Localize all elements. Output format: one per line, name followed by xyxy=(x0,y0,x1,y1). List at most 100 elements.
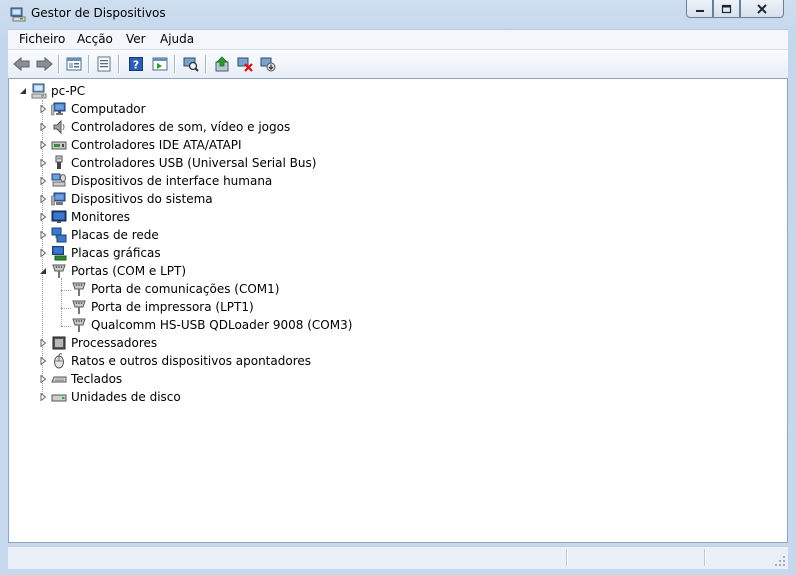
collapse-arrow-icon[interactable] xyxy=(38,267,47,276)
computer-root-icon xyxy=(31,83,47,99)
tree-item-label: Ratos e outros dispositivos apontadores xyxy=(71,354,312,368)
expand-arrow-icon[interactable] xyxy=(38,123,47,132)
tree-subitem-label: Porta de impressora (LPT1) xyxy=(91,300,254,314)
network-adapter-icon xyxy=(51,227,67,243)
device-tree[interactable]: pc-PC Computador Controladores de som, v… xyxy=(8,78,788,543)
tree-item-label: Unidades de disco xyxy=(71,390,181,404)
expand-arrow-icon[interactable] xyxy=(38,195,47,204)
disable-button[interactable] xyxy=(258,54,278,74)
properties-button[interactable] xyxy=(94,54,114,74)
expand-arrow-icon[interactable] xyxy=(38,249,47,258)
status-pane-divider xyxy=(704,549,706,566)
close-button[interactable] xyxy=(740,0,784,18)
collapse-arrow-icon[interactable] xyxy=(18,87,27,96)
monitor-icon xyxy=(51,210,67,223)
scan-hardware-button[interactable] xyxy=(181,54,201,74)
expand-arrow-icon[interactable] xyxy=(38,177,47,186)
toolbar: ? xyxy=(8,49,788,79)
expand-arrow-icon[interactable] xyxy=(38,141,47,150)
tree-subitem-lpt1[interactable]: Porta de impressora (LPT1) xyxy=(71,298,254,316)
tree-item-placas-graficas[interactable]: Placas gráficas xyxy=(38,244,161,262)
update-driver-icon xyxy=(215,56,229,72)
port-icon xyxy=(52,264,66,278)
tree-item-ratos[interactable]: Ratos e outros dispositivos apontadores xyxy=(38,352,311,370)
tree-item-label: Placas de rede xyxy=(71,228,159,242)
expand-arrow-icon[interactable] xyxy=(38,231,47,240)
tree-subitem-com1[interactable]: Porta de comunicações (COM1) xyxy=(71,280,279,298)
expand-arrow-icon[interactable] xyxy=(38,357,47,366)
tree-item-ide-ata-atapi[interactable]: Controladores IDE ATA/ATAPI xyxy=(38,136,242,154)
tree-item-computador[interactable]: Computador xyxy=(38,100,146,118)
title-bar[interactable]: Gestor de Dispositivos xyxy=(0,0,796,28)
close-icon xyxy=(757,3,767,14)
action-pane-button[interactable] xyxy=(150,54,170,74)
back-icon xyxy=(13,56,30,72)
tree-root[interactable]: pc-PC xyxy=(18,82,85,100)
window-title: Gestor de Dispositivos xyxy=(31,6,166,20)
port-icon xyxy=(72,300,86,314)
expand-arrow-icon[interactable] xyxy=(38,213,47,222)
toolbar-separator xyxy=(118,55,119,73)
tree-item-label: Controladores IDE ATA/ATAPI xyxy=(71,138,242,152)
tree-item-usb[interactable]: Controladores USB (Universal Serial Bus) xyxy=(38,154,316,172)
tree-item-sistema[interactable]: Dispositivos do sistema xyxy=(38,190,213,208)
expand-arrow-icon[interactable] xyxy=(38,105,47,114)
tree-subitem-com3[interactable]: Qualcomm HS-USB QDLoader 9008 (COM3) xyxy=(71,316,352,334)
device-manager-window: Gestor de Dispositivos Ficheiro Acção Ve… xyxy=(0,0,796,575)
tree-item-label: Controladores USB (Universal Serial Bus) xyxy=(71,156,317,170)
menu-bar: Ficheiro Acção Ver Ajuda xyxy=(8,29,788,50)
tree-subitem-label: Qualcomm HS-USB QDLoader 9008 (COM3) xyxy=(91,318,353,332)
tree-item-label: Portas (COM e LPT) xyxy=(71,264,187,278)
console-tree-icon xyxy=(66,57,82,71)
expand-arrow-icon[interactable] xyxy=(38,375,47,384)
expand-arrow-icon[interactable] xyxy=(38,159,47,168)
toolbar-separator xyxy=(174,55,175,73)
tree-root-label: pc-PC xyxy=(51,84,86,98)
hid-icon xyxy=(51,173,66,187)
tree-item-label: Placas gráficas xyxy=(71,246,161,260)
tree-item-portas[interactable]: Portas (COM e LPT) xyxy=(38,262,186,280)
help-icon: ? xyxy=(129,57,143,72)
tree-item-label: Monitores xyxy=(71,210,130,224)
resize-grip-icon[interactable] xyxy=(774,555,786,567)
status-pane-divider xyxy=(566,549,568,566)
expand-arrow-icon[interactable] xyxy=(38,339,47,348)
tree-subitem-label: Porta de comunicações (COM1) xyxy=(91,282,280,296)
maximize-icon xyxy=(721,4,732,13)
tree-item-label: Processadores xyxy=(71,336,158,350)
port-icon xyxy=(72,282,86,296)
expand-arrow-icon[interactable] xyxy=(38,393,47,402)
tree-connector xyxy=(61,290,71,291)
tree-item-unidades-disco[interactable]: Unidades de disco xyxy=(38,388,181,406)
tree-item-label: Dispositivos de interface humana xyxy=(71,174,273,188)
tree-item-placas-rede[interactable]: Placas de rede xyxy=(38,226,159,244)
keyboard-icon xyxy=(51,376,67,383)
tree-item-label: Dispositivos do sistema xyxy=(71,192,213,206)
menu-ficheiro[interactable]: Ficheiro xyxy=(17,32,67,46)
forward-icon xyxy=(36,56,53,72)
back-button[interactable] xyxy=(12,54,32,74)
tree-item-som-video-jogos[interactable]: Controladores de som, vídeo e jogos xyxy=(38,118,290,136)
disable-icon xyxy=(260,57,276,72)
tree-item-processadores[interactable]: Processadores xyxy=(38,334,157,352)
maximize-button[interactable] xyxy=(713,0,740,18)
usb-icon xyxy=(55,155,63,169)
disk-drive-icon xyxy=(51,394,67,402)
status-bar xyxy=(8,546,788,569)
console-tree-button[interactable] xyxy=(64,54,84,74)
toolbar-separator xyxy=(58,55,59,73)
computer-icon xyxy=(51,102,66,116)
update-driver-button[interactable] xyxy=(212,54,232,74)
minimize-button[interactable] xyxy=(686,0,713,18)
uninstall-button[interactable] xyxy=(235,54,255,74)
menu-accao[interactable]: Acção xyxy=(75,32,115,46)
tree-item-monitores[interactable]: Monitores xyxy=(38,208,130,226)
speaker-icon xyxy=(53,119,65,135)
scan-hardware-icon xyxy=(183,57,199,72)
tree-item-teclados[interactable]: Teclados xyxy=(38,370,122,388)
menu-ver[interactable]: Ver xyxy=(124,32,148,46)
help-button[interactable]: ? xyxy=(126,54,146,74)
menu-ajuda[interactable]: Ajuda xyxy=(158,32,196,46)
forward-button[interactable] xyxy=(34,54,54,74)
tree-item-interface-humana[interactable]: Dispositivos de interface humana xyxy=(38,172,272,190)
